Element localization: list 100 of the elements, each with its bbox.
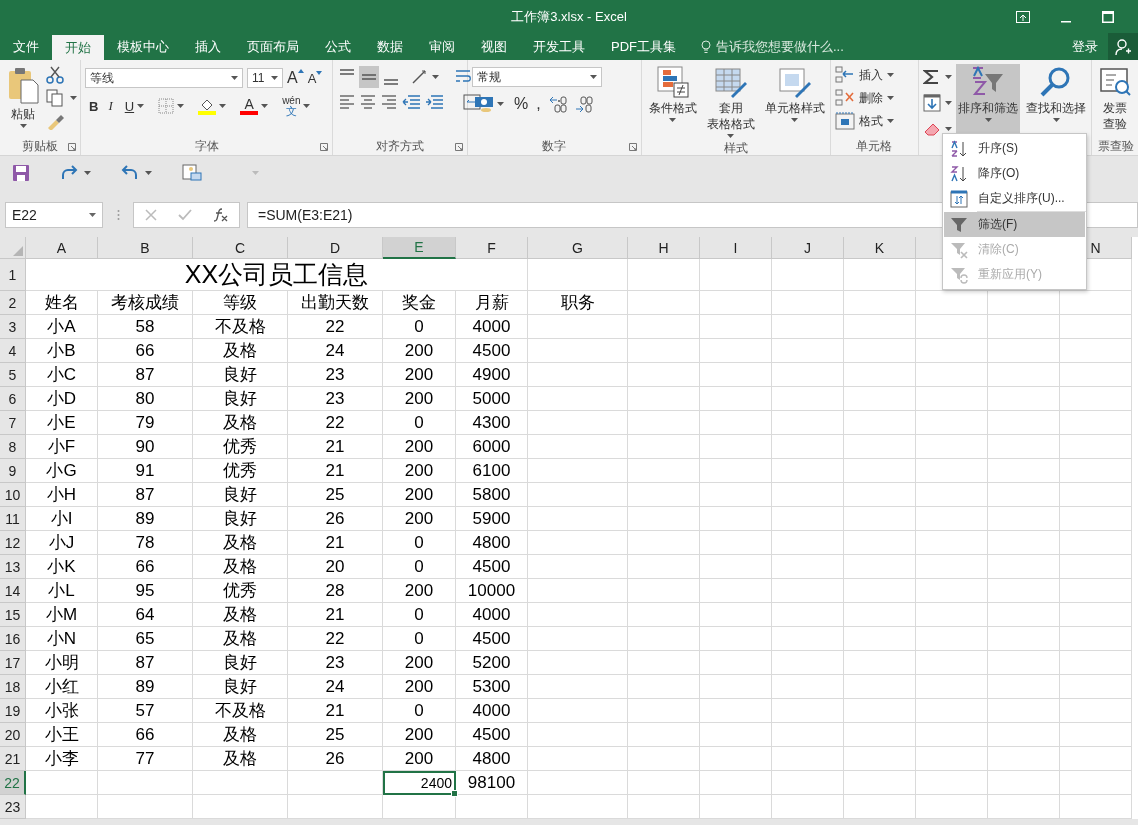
increase-decimal-icon[interactable] bbox=[548, 95, 567, 113]
ribbon-tab[interactable]: 插入 bbox=[182, 33, 234, 60]
cells-menu-button[interactable]: 格式 bbox=[858, 112, 883, 130]
row-header[interactable]: 15 bbox=[0, 603, 26, 627]
font-name-dropdown[interactable]: 等线 bbox=[85, 68, 243, 88]
invoice-check-button[interactable]: 发票 查验 bbox=[1103, 100, 1127, 132]
decrease-decimal-icon[interactable] bbox=[574, 95, 593, 113]
row-header[interactable]: 16 bbox=[0, 627, 26, 651]
column-header[interactable]: G bbox=[528, 237, 628, 259]
row-header[interactable]: 7 bbox=[0, 411, 26, 435]
italic-button[interactable]: I bbox=[108, 98, 113, 114]
row-header[interactable]: 6 bbox=[0, 387, 26, 411]
dialog-launcher-icon[interactable] bbox=[628, 143, 637, 151]
ribbon-tab[interactable]: 开始 bbox=[52, 35, 104, 60]
ribbon-tab[interactable]: 公式 bbox=[312, 33, 364, 60]
copy-icon[interactable] bbox=[46, 89, 64, 107]
column-header[interactable]: J bbox=[772, 237, 844, 259]
wrap-text-icon[interactable] bbox=[455, 69, 473, 85]
style-gallery-button[interactable]: 单元格样式 bbox=[761, 64, 828, 140]
clipboard-paste-icon[interactable] bbox=[7, 66, 39, 104]
dialog-launcher-icon[interactable] bbox=[320, 143, 328, 151]
filter-icon[interactable] bbox=[950, 215, 968, 234]
align-left-icon[interactable] bbox=[339, 95, 355, 109]
active-cell[interactable]: 2400 bbox=[383, 771, 456, 795]
ribbon-tab[interactable]: 开发工具 bbox=[520, 33, 598, 60]
row-header[interactable]: 4 bbox=[0, 339, 26, 363]
scissors-icon[interactable] bbox=[46, 66, 64, 84]
column-header[interactable]: A bbox=[26, 237, 98, 259]
tell-me-field[interactable]: 告诉我您想要做什么... bbox=[716, 37, 844, 56]
picture-icon[interactable] bbox=[182, 163, 202, 182]
percent-style-button[interactable]: % bbox=[514, 95, 529, 113]
check-icon[interactable] bbox=[177, 209, 192, 221]
ribbon-display-icon[interactable] bbox=[1016, 10, 1030, 23]
row-header[interactable]: 19 bbox=[0, 699, 26, 723]
share-person-icon[interactable] bbox=[1115, 38, 1131, 55]
row-header[interactable]: 18 bbox=[0, 675, 26, 699]
align-right-icon[interactable] bbox=[381, 95, 397, 109]
dialog-launcher-icon[interactable] bbox=[455, 143, 463, 151]
column-header[interactable]: H bbox=[628, 237, 700, 259]
row-header[interactable]: 21 bbox=[0, 747, 26, 771]
decrease-font-size-button[interactable]: A bbox=[307, 70, 323, 86]
comma-style-button[interactable]: , bbox=[536, 95, 541, 113]
undo-icon[interactable] bbox=[121, 164, 139, 181]
column-header[interactable]: B bbox=[98, 237, 193, 259]
phonetic-guide-button[interactable]: wén 文 bbox=[282, 96, 301, 116]
ribbon-tab[interactable]: PDF工具集 bbox=[598, 33, 689, 60]
sort-descending-icon[interactable] bbox=[950, 164, 968, 183]
row-header[interactable]: 5 bbox=[0, 363, 26, 387]
format-painter-icon[interactable] bbox=[46, 112, 64, 130]
style-gallery-button[interactable]: 条件格式 bbox=[645, 64, 700, 140]
text-orientation-icon[interactable] bbox=[411, 69, 429, 85]
row-header[interactable]: 13 bbox=[0, 555, 26, 579]
row-header[interactable]: 11 bbox=[0, 507, 26, 531]
increase-indent-icon[interactable] bbox=[425, 95, 443, 109]
save-icon[interactable] bbox=[12, 163, 30, 182]
align-center-icon[interactable] bbox=[360, 95, 376, 109]
sort-ascending-icon[interactable] bbox=[950, 139, 968, 158]
column-header[interactable]: F bbox=[456, 237, 528, 259]
cells-menu-button[interactable]: 删除 bbox=[858, 89, 883, 107]
sort-menu-item[interactable]: 降序(O) bbox=[944, 161, 1085, 186]
underline-button[interactable]: U bbox=[124, 98, 135, 114]
row-header[interactable]: 3 bbox=[0, 315, 26, 339]
row-header[interactable]: 9 bbox=[0, 459, 26, 483]
custom-sort-icon[interactable] bbox=[950, 189, 968, 208]
row-header[interactable]: 2 bbox=[0, 291, 26, 315]
dialog-launcher-icon[interactable] bbox=[68, 143, 76, 151]
name-box[interactable]: E22 bbox=[5, 202, 103, 228]
insert-function-icon[interactable] bbox=[212, 208, 229, 222]
vertical-align-button[interactable] bbox=[359, 66, 379, 88]
row-header[interactable]: 23 bbox=[0, 795, 26, 819]
merge-center-icon[interactable] bbox=[463, 94, 481, 110]
paste-button[interactable]: 粘贴 bbox=[11, 106, 35, 122]
cells-menu-button[interactable]: 插入 bbox=[858, 66, 883, 84]
ribbon-tab[interactable]: 页面布局 bbox=[234, 33, 312, 60]
row-header[interactable]: 20 bbox=[0, 723, 26, 747]
fill-color-icon[interactable] bbox=[198, 97, 217, 115]
column-header[interactable]: D bbox=[288, 237, 383, 259]
row-header[interactable]: 10 bbox=[0, 483, 26, 507]
ribbon-tab[interactable]: 审阅 bbox=[416, 33, 468, 60]
currency-icon[interactable] bbox=[474, 95, 494, 113]
font-size-dropdown[interactable]: 11 bbox=[247, 68, 283, 88]
row-header[interactable]: 14 bbox=[0, 579, 26, 603]
row-header[interactable]: 1 bbox=[0, 259, 26, 291]
style-gallery-button[interactable]: 套用 表格格式 bbox=[703, 64, 758, 140]
ribbon-tab[interactable]: 文件 bbox=[0, 33, 52, 60]
maximize-icon[interactable] bbox=[1102, 10, 1114, 23]
column-header[interactable]: E bbox=[383, 237, 456, 259]
column-header[interactable]: I bbox=[700, 237, 772, 259]
row-header[interactable]: 22 bbox=[0, 771, 26, 795]
fill-down-icon[interactable] bbox=[923, 94, 941, 112]
ribbon-tab[interactable]: 数据 bbox=[364, 33, 416, 60]
autosum-icon[interactable] bbox=[923, 68, 941, 86]
ribbon-tab[interactable]: 模板中心 bbox=[104, 33, 182, 60]
number-format-dropdown[interactable]: 常规 bbox=[472, 67, 602, 87]
row-header[interactable]: 8 bbox=[0, 435, 26, 459]
sign-in-link[interactable]: 登录 bbox=[1072, 33, 1108, 60]
invoice-check-icon[interactable] bbox=[1099, 66, 1131, 98]
font-color-button[interactable]: A bbox=[240, 97, 259, 115]
column-header[interactable]: C bbox=[193, 237, 288, 259]
decrease-indent-icon[interactable] bbox=[402, 95, 420, 109]
